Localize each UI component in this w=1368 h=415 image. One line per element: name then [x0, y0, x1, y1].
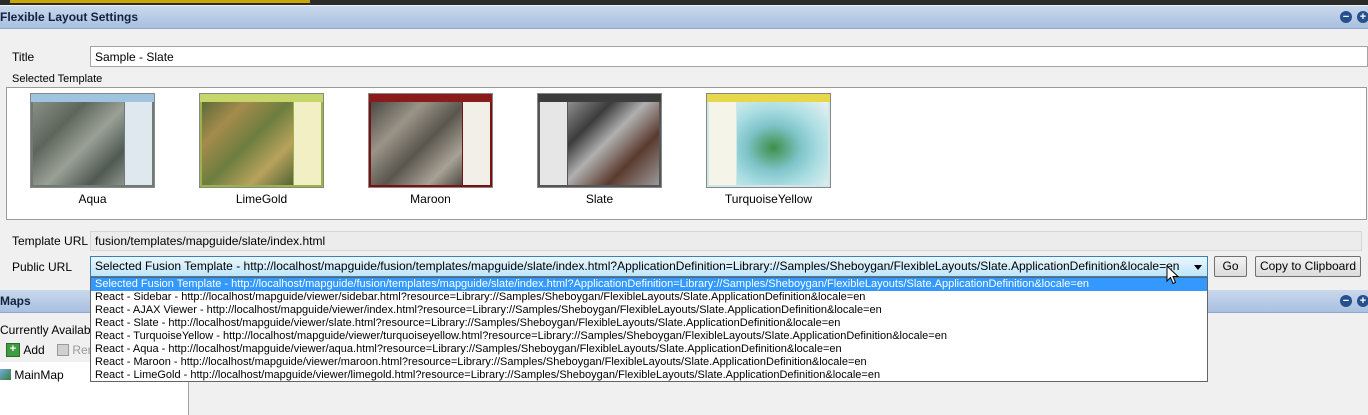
title-label: Title [12, 50, 35, 64]
title-input[interactable]: Sample - Slate [90, 46, 1368, 67]
selected-template-label: Selected Template [12, 73, 103, 85]
plus-circle-icon[interactable]: + [1357, 11, 1368, 23]
dropdown-option[interactable]: React - Maroon - http://localhost/mapgui… [91, 356, 1207, 369]
section-title: Maps [0, 294, 31, 308]
dropdown-option[interactable]: React - LimeGold - http://localhost/mapg… [91, 369, 1207, 382]
template-name: Aqua [78, 192, 107, 206]
mouse-cursor-icon [1166, 265, 1180, 285]
template-thumb-limegold[interactable] [199, 93, 324, 188]
top-accent-bar [10, 0, 310, 3]
public-url-selected: Selected Fusion Template - http://localh… [95, 259, 1180, 273]
template-thumb-turquoiseyellow[interactable] [706, 93, 831, 188]
template-thumb-slate[interactable] [537, 93, 662, 188]
dropdown-option[interactable]: React - Slate - http://localhost/mapguid… [91, 317, 1207, 330]
dropdown-option[interactable]: React - Aqua - http://localhost/mapguide… [91, 343, 1207, 356]
add-button-label: Add [23, 342, 45, 357]
public-url-label: Public URL [12, 260, 73, 274]
template-name: Slate [585, 192, 614, 206]
template-gallery: Aqua LimeGold Maroon Slate TurquoiseYell… [6, 87, 1367, 220]
remove-button[interactable]: Rer [57, 342, 92, 358]
map-icon [0, 369, 11, 381]
template-url-field: fusion/templates/mapguide/slate/index.ht… [90, 231, 1362, 251]
template-name: Maroon [410, 192, 451, 206]
add-button[interactable]: + Add [6, 342, 45, 358]
remove-icon [57, 343, 69, 356]
dropdown-option[interactable]: React - Sidebar - http://localhost/mapgu… [91, 291, 1207, 304]
minus-circle-icon[interactable]: − [1340, 295, 1352, 307]
copy-to-clipboard-button[interactable]: Copy to Clipboard [1255, 256, 1361, 277]
template-thumb-maroon[interactable] [368, 93, 493, 188]
dropdown-option[interactable]: React - AJAX Viewer - http://localhost/m… [91, 304, 1207, 317]
flexible-layout-settings-header[interactable]: Flexible Layout Settings − + [0, 6, 1368, 29]
minus-circle-icon[interactable]: − [1340, 11, 1352, 23]
remove-button-label: Rer [72, 342, 92, 357]
tree-item-label: MainMap [14, 367, 64, 382]
template-thumb-aqua[interactable] [30, 93, 155, 188]
chevron-down-icon[interactable] [1194, 265, 1202, 270]
template-name: TurquoiseYellow [724, 192, 813, 206]
tree-item[interactable]: MainMap [0, 367, 64, 382]
plus-circle-icon[interactable]: + [1357, 295, 1368, 307]
template-url-label: Template URL [12, 234, 89, 248]
go-button[interactable]: Go [1214, 256, 1247, 277]
dropdown-option[interactable]: Selected Fusion Template - http://localh… [91, 278, 1207, 291]
add-icon: + [6, 342, 20, 357]
public-url-combobox[interactable]: Selected Fusion Template - http://localh… [90, 256, 1208, 277]
template-name: LimeGold [235, 192, 288, 206]
dropdown-option[interactable]: React - TurquoiseYellow - http://localho… [91, 330, 1207, 343]
public-url-dropdown-list: Selected Fusion Template - http://localh… [90, 277, 1208, 382]
window-top-strip [0, 0, 1368, 5]
section-title: Flexible Layout Settings [0, 10, 139, 24]
currently-available-label: Currently Available [0, 323, 100, 337]
